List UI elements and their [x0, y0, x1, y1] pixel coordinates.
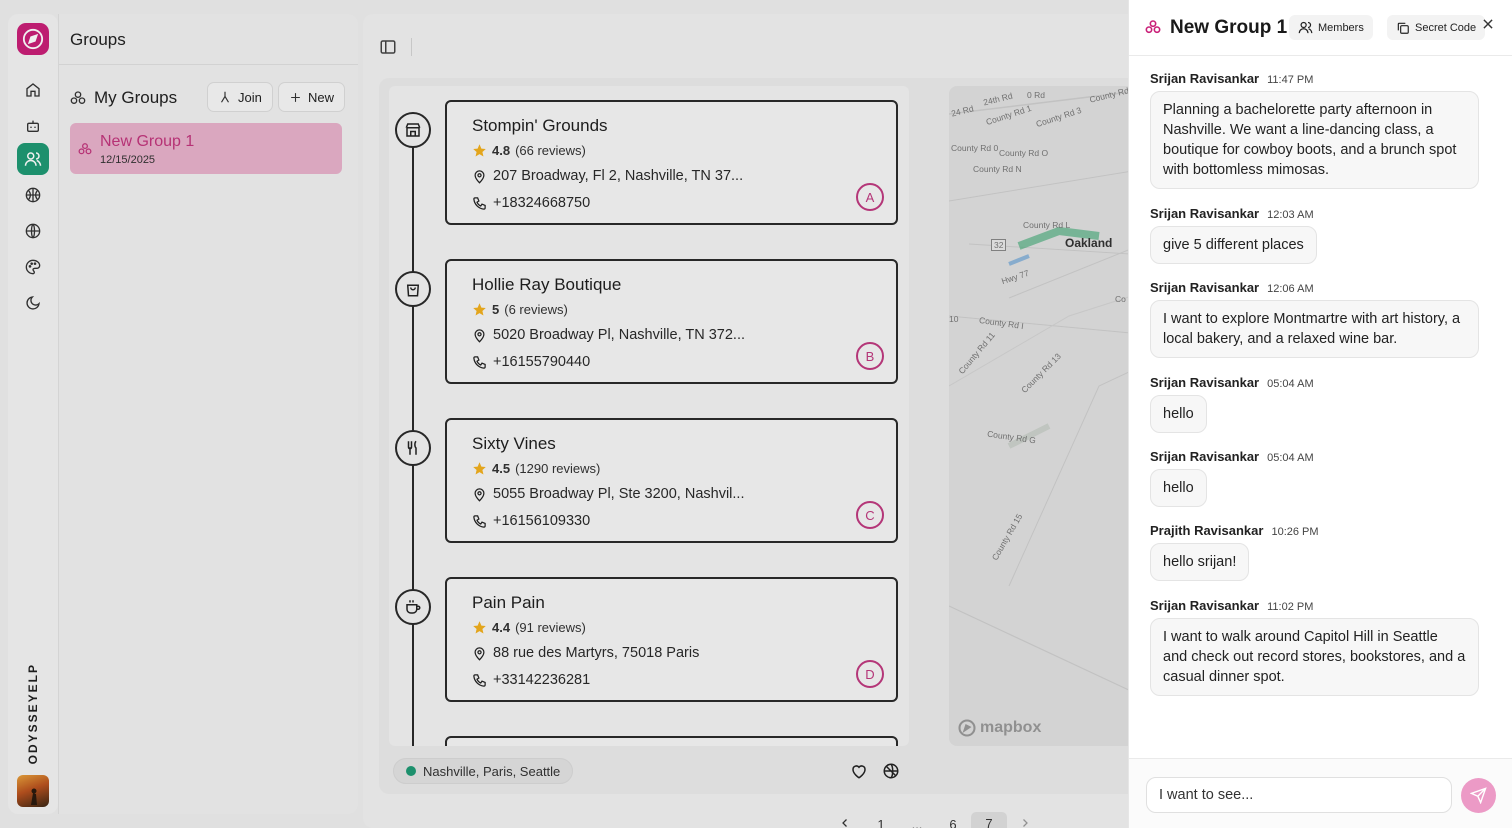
message-bubble: hello [1150, 469, 1207, 507]
send-icon [1470, 787, 1487, 804]
message-bubble: I want to explore Montmartre with art hi… [1150, 300, 1479, 358]
group-chat-drawer: New Group 1 Members Secret Code Srijan R… [1128, 0, 1512, 828]
group-icon [1145, 20, 1161, 34]
modal-backdrop[interactable] [0, 0, 1128, 828]
message-time: 10:26 PM [1271, 526, 1319, 538]
chat-composer [1129, 758, 1512, 828]
message-bubble: I want to walk around Capitol Hill in Se… [1150, 618, 1479, 696]
message-bubble: hello srijan! [1150, 543, 1250, 581]
chat-input[interactable] [1146, 777, 1452, 813]
message-bubble: hello [1150, 395, 1207, 433]
message-header: Srijan Ravisankar 05:04 AM [1150, 449, 1314, 464]
message-time: 05:04 AM [1267, 452, 1314, 464]
message-author: Srijan Ravisankar [1150, 598, 1260, 613]
message-author: Srijan Ravisankar [1150, 449, 1260, 464]
message-bubble: give 5 different places [1150, 226, 1317, 264]
message-time: 11:02 PM [1267, 601, 1314, 613]
users-icon [1298, 21, 1313, 34]
send-button[interactable] [1461, 778, 1496, 813]
message-author: Prajith Ravisankar [1150, 523, 1264, 538]
message-author: Srijan Ravisankar [1150, 71, 1260, 86]
message-header: Srijan Ravisankar 12:03 AM [1150, 206, 1314, 221]
message-bubble: Planning a bachelorette party afternoon … [1150, 91, 1479, 189]
close-icon[interactable] [1481, 17, 1495, 36]
members-button[interactable]: Members [1289, 15, 1373, 40]
message-author: Srijan Ravisankar [1150, 206, 1260, 221]
message-time: 11:47 PM [1267, 74, 1314, 86]
message-time: 12:06 AM [1267, 283, 1314, 295]
message-time: 05:04 AM [1267, 378, 1314, 390]
chat-title: New Group 1 [1170, 17, 1288, 38]
message-time: 12:03 AM [1267, 209, 1314, 221]
message-author: Srijan Ravisankar [1150, 280, 1260, 295]
message-header: Srijan Ravisankar 12:06 AM [1150, 280, 1314, 295]
drawer-header: New Group 1 Members Secret Code [1129, 0, 1512, 56]
message-author: Srijan Ravisankar [1150, 375, 1260, 390]
message-header: Srijan Ravisankar 05:04 AM [1150, 375, 1314, 390]
message-header: Prajith Ravisankar 10:26 PM [1150, 523, 1319, 538]
message-header: Srijan Ravisankar 11:47 PM [1150, 71, 1313, 86]
copy-icon [1397, 22, 1409, 34]
message-header: Srijan Ravisankar 11:02 PM [1150, 598, 1313, 613]
secret-code-button[interactable]: Secret Code [1387, 15, 1486, 40]
